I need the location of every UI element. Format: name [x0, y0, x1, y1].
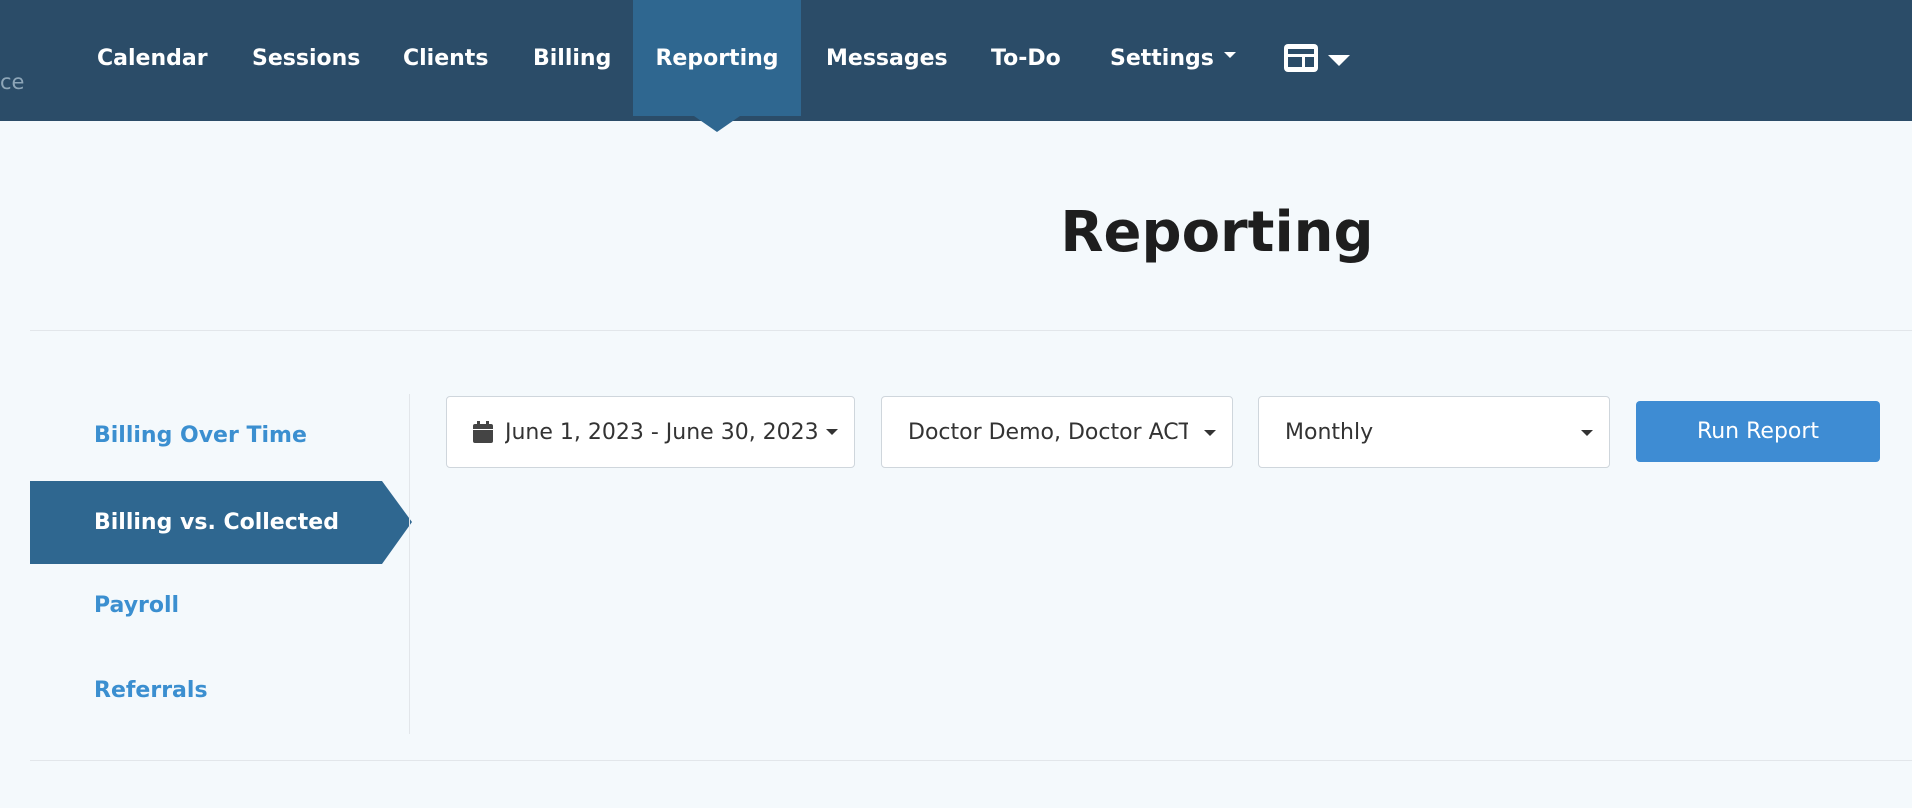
date-range-picker[interactable]: June 1, 2023 - June 30, 2023	[446, 396, 855, 468]
page-title: Reporting	[1060, 200, 1374, 265]
provider-select[interactable]: Doctor Demo, Doctor ACT	[881, 396, 1233, 468]
nav-item-todo[interactable]: To-Do	[991, 0, 1061, 116]
caret-down-icon	[825, 429, 838, 435]
nav-item-calendar[interactable]: Calendar	[97, 0, 208, 116]
layout-menu-toggle[interactable]	[1284, 44, 1350, 72]
interval-select-value: Monthly	[1285, 419, 1374, 445]
interval-select[interactable]: Monthly	[1258, 396, 1610, 468]
caret-down-icon	[1581, 430, 1593, 436]
nav-item-settings-label: Settings	[1110, 45, 1214, 71]
run-report-button[interactable]: Run Report	[1636, 401, 1880, 462]
divider	[30, 760, 1912, 761]
divider	[30, 330, 1912, 331]
chevron-down-icon	[1328, 54, 1350, 66]
nav-item-billing[interactable]: Billing	[533, 0, 611, 116]
brand-logo-fragment[interactable]: ce	[0, 70, 24, 94]
layout-icon	[1284, 44, 1318, 72]
nav-item-messages[interactable]: Messages	[826, 0, 948, 116]
sidebar-item-referrals[interactable]: Referrals	[94, 678, 208, 703]
chevron-down-icon	[1223, 52, 1236, 58]
nav-item-sessions[interactable]: Sessions	[252, 0, 360, 116]
sidebar-item-billing-over-time[interactable]: Billing Over Time	[94, 423, 307, 448]
nav-item-clients[interactable]: Clients	[403, 0, 488, 116]
caret-down-icon	[1204, 430, 1216, 436]
sidebar-separator	[409, 394, 410, 734]
sidebar-item-billing-vs-collected[interactable]: Billing vs. Collected	[30, 481, 412, 564]
calendar-icon	[473, 421, 493, 443]
top-nav: ce Calendar Sessions Clients Billing Rep…	[0, 0, 1912, 121]
active-nav-pointer	[694, 116, 740, 132]
date-range-value: June 1, 2023 - June 30, 2023	[505, 419, 819, 445]
sidebar-item-payroll[interactable]: Payroll	[94, 593, 179, 618]
provider-select-value: Doctor Demo, Doctor ACT	[908, 419, 1188, 445]
nav-item-reporting[interactable]: Reporting	[633, 0, 801, 116]
nav-item-settings[interactable]: Settings	[1110, 0, 1236, 116]
